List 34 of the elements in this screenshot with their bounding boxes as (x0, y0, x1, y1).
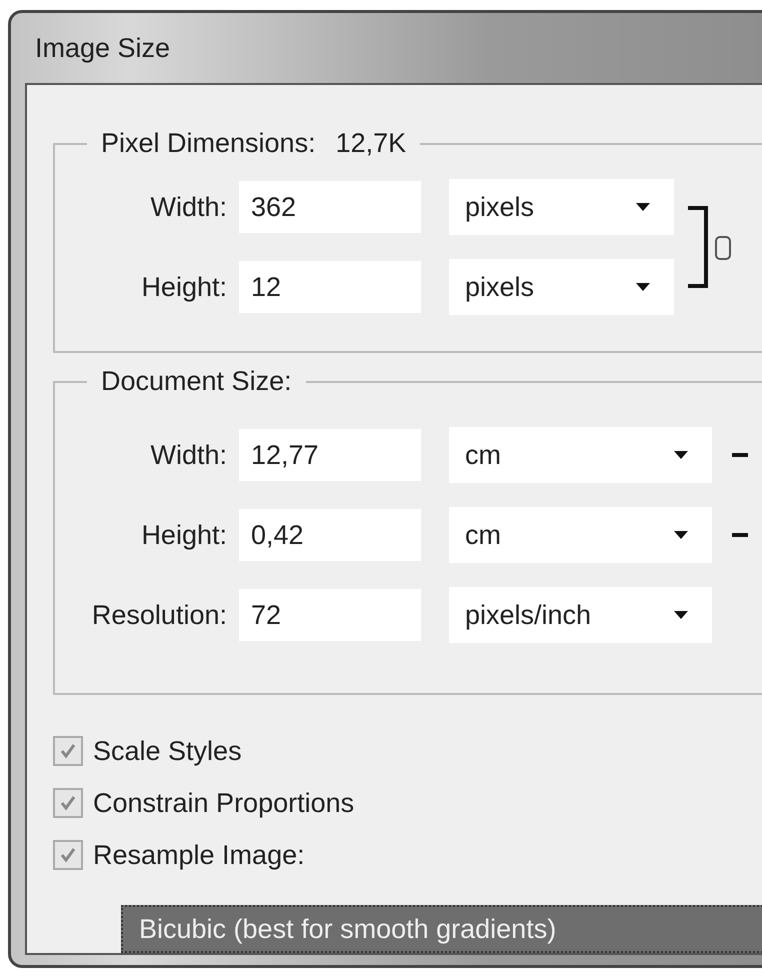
field-label: Width: (149, 192, 228, 222)
input-field[interactable]: 12 (239, 261, 421, 313)
checkbox[interactable] (53, 788, 83, 818)
checkbox-label: Scale Styles (93, 736, 242, 766)
field-label: Resolution: (90, 600, 228, 630)
unit-dropdown[interactable]: cm (449, 507, 712, 563)
group-label: Pixel Dimensions: (101, 127, 316, 160)
field-label: Height: (140, 520, 228, 550)
pixel-size-value: 12,7K (336, 127, 406, 160)
unit-dropdown[interactable]: pixels/inch (449, 587, 712, 643)
input-field[interactable]: 0,42 (239, 509, 421, 561)
unit-dropdown[interactable]: pixels (449, 179, 674, 235)
checkbox-label: Constrain Proportions (93, 788, 354, 818)
unit-dropdown[interactable]: cm (449, 427, 712, 483)
caret-icon (636, 203, 650, 211)
check-icon (59, 794, 77, 812)
field-label: Height: (140, 272, 228, 302)
caret-icon (674, 611, 688, 619)
checkbox[interactable] (53, 840, 83, 870)
checkbox-label: Resample Image: (93, 840, 305, 870)
field-label: Width: (149, 440, 228, 470)
unit-dropdown[interactable]: pixels (449, 259, 674, 315)
caret-icon (674, 531, 688, 539)
input-field[interactable]: 12,77 (239, 429, 421, 481)
input-field[interactable]: 362 (239, 181, 421, 233)
resample-dropdown[interactable]: Bicubic (best for smooth gradients) (121, 905, 762, 953)
group-label: Document Size: (101, 365, 292, 398)
input-field[interactable]: 72 (239, 589, 421, 641)
caret-icon (674, 451, 688, 459)
window-title: Image Size (34, 32, 170, 64)
caret-icon (636, 283, 650, 291)
checkbox[interactable] (53, 736, 83, 766)
check-icon (59, 846, 77, 864)
check-icon (59, 742, 77, 760)
